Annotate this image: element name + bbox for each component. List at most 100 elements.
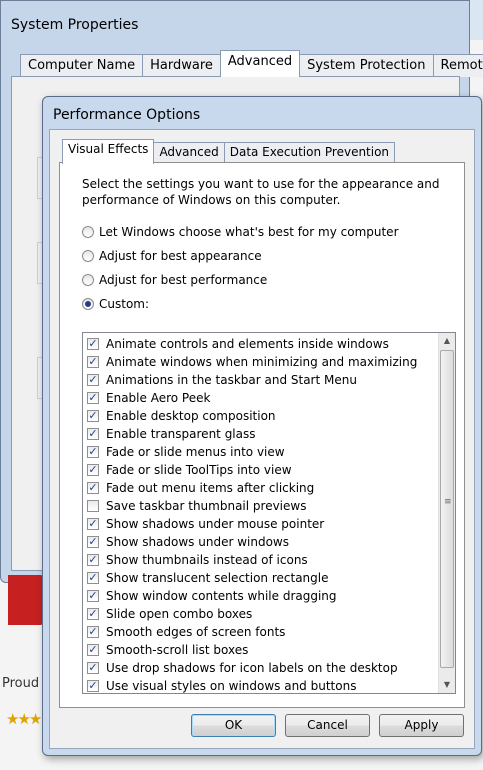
visual-effects-list[interactable]: ✓ Animate controls and elements inside wi… [82,332,456,694]
radio-label: Let Windows choose what's best for my co… [99,225,399,239]
effect-checkbox-item[interactable]: ✓ Enable transparent glass [87,425,417,443]
performance-tabs: Visual Effects Advanced Data Execution P… [62,139,396,164]
cancel-button[interactable]: Cancel [285,714,370,737]
checkbox-checked-icon[interactable]: ✓ [87,464,99,476]
radio-button-icon [82,226,94,238]
dialog-body: Visual Effects Advanced Data Execution P… [49,129,475,749]
background-red-logo [8,575,46,625]
tab-system-protection[interactable]: System Protection [299,54,434,77]
effect-label: Use visual styles on windows and buttons [106,679,357,693]
radio-button-icon [82,274,94,286]
tab-hardware[interactable]: Hardware [142,54,221,77]
effect-checkbox-item[interactable]: ✓ Slide open combo boxes [87,605,417,623]
radio-label: Adjust for best appearance [99,249,262,263]
radio-label: Custom: [99,297,150,311]
ok-button[interactable]: OK [191,714,276,737]
effect-label: Save taskbar thumbnail previews [106,499,307,513]
radio-let-windows-choose[interactable]: Let Windows choose what's best for my co… [82,225,399,239]
effect-label: Smooth edges of screen fonts [106,625,286,639]
checkbox-checked-icon[interactable]: ✓ [87,518,99,530]
checkbox-checked-icon[interactable]: ✓ [87,410,99,422]
visual-effects-panel: Select the settings you want to use for … [59,162,465,708]
effect-checkbox-item[interactable]: ✓ Enable desktop composition [87,407,417,425]
effects-list-items: ✓ Animate controls and elements inside wi… [87,335,417,693]
tab-advanced[interactable]: Advanced [219,50,301,77]
effect-checkbox-item[interactable]: ✓ Show shadows under mouse pointer [87,515,417,533]
tab-data-execution-prevention[interactable]: Data Execution Prevention [223,142,396,163]
background-proud-text: Proud [2,676,40,691]
effect-checkbox-item[interactable]: ✓ Enable Aero Peek [87,389,417,407]
background-rating-stars: ★★★ [6,710,42,728]
performance-options-dialog: Performance Options Visual Effects Advan… [42,96,482,756]
checkbox-checked-icon[interactable]: ✓ [87,662,99,674]
radio-best-appearance[interactable]: Adjust for best appearance [82,249,262,263]
tab-computer-name[interactable]: Computer Name [20,54,144,77]
effect-label: Show shadows under windows [106,535,289,549]
list-scrollbar[interactable]: ▲ ≡ ▼ [438,333,455,693]
effect-label: Show translucent selection rectangle [106,571,329,585]
effect-label: Enable transparent glass [106,427,256,441]
effect-label: Show thumbnails instead of icons [106,553,308,567]
tab-visual-effects[interactable]: Visual Effects [62,139,155,164]
checkbox-checked-icon[interactable]: ✓ [87,626,99,638]
effect-checkbox-item[interactable]: ✓ Fade out menu items after clicking [87,479,417,497]
checkbox-checked-icon[interactable]: ✓ [87,428,99,440]
effect-label: Fade out menu items after clicking [106,481,315,495]
checkbox-checked-icon[interactable]: ✓ [87,338,99,350]
checkbox-checked-icon[interactable]: ✓ [87,644,99,656]
checkbox-checked-icon[interactable]: ✓ [87,554,99,566]
effect-checkbox-item[interactable]: ✓ Animate controls and elements inside wi… [87,335,417,353]
system-properties-tabs: Computer Name Hardware Advanced System P… [20,50,483,77]
effect-checkbox-item[interactable]: ✓ Animate windows when minimizing and max… [87,353,417,371]
effect-checkbox-item[interactable]: ✓ Fade or slide ToolTips into view [87,461,417,479]
effect-label: Use drop shadows for icon labels on the … [106,661,398,675]
effect-checkbox-item[interactable]: ✓ Show translucent selection rectangle [87,569,417,587]
radio-button-selected-icon [82,298,94,310]
effect-label: Slide open combo boxes [106,607,253,621]
checkbox-checked-icon[interactable]: ✓ [87,608,99,620]
checkbox-unchecked-icon[interactable] [87,500,99,512]
radio-custom[interactable]: Custom: [82,297,149,311]
effect-checkbox-item[interactable]: ✓ Show shadows under windows [87,533,417,551]
effect-label: Fade or slide menus into view [106,445,285,459]
checkbox-checked-icon[interactable]: ✓ [87,482,99,494]
effect-label: Fade or slide ToolTips into view [106,463,292,477]
checkbox-checked-icon[interactable]: ✓ [87,680,99,692]
checkbox-checked-icon[interactable]: ✓ [87,446,99,458]
tab-advanced[interactable]: Advanced [153,142,225,163]
effect-label: Show window contents while dragging [106,589,337,603]
checkbox-checked-icon[interactable]: ✓ [87,536,99,548]
window-title: System Properties [11,17,139,33]
effect-label: Enable desktop composition [106,409,276,423]
effect-checkbox-item[interactable]: ✓ Animations in the taskbar and Start Men… [87,371,417,389]
radio-best-performance[interactable]: Adjust for best performance [82,273,267,287]
effect-label: Show shadows under mouse pointer [106,517,325,531]
checkbox-checked-icon[interactable]: ✓ [87,356,99,368]
radio-label: Adjust for best performance [99,273,268,287]
grip-icon: ≡ [444,497,452,507]
checkbox-checked-icon[interactable]: ✓ [87,392,99,404]
description-text: Select the settings you want to use for … [82,177,440,207]
effect-checkbox-item[interactable]: ✓ Smooth-scroll list boxes [87,641,417,659]
effect-checkbox-item[interactable]: ✓ Use drop shadows for icon labels on the… [87,659,417,677]
effect-checkbox-item[interactable]: ✓ Fade or slide menus into view [87,443,417,461]
effect-checkbox-item[interactable]: ✓ Show thumbnails instead of icons [87,551,417,569]
effect-label: Animate controls and elements inside win… [106,337,389,351]
checkbox-checked-icon[interactable]: ✓ [87,374,99,386]
checkbox-checked-icon[interactable]: ✓ [87,572,99,584]
dialog-title: Performance Options [53,107,201,123]
effect-label: Animate windows when minimizing and maxi… [106,355,418,369]
effect-checkbox-item[interactable]: ✓ Show window contents while dragging [87,587,417,605]
scroll-down-arrow-icon[interactable]: ▼ [439,677,455,693]
effect-checkbox-item[interactable]: ✓ Smooth edges of screen fonts [87,623,417,641]
scroll-up-arrow-icon[interactable]: ▲ [439,333,455,349]
effect-checkbox-item[interactable]: ✓ Use visual styles on windows and button… [87,677,417,693]
effect-label: Animations in the taskbar and Start Menu [106,373,357,387]
apply-button[interactable]: Apply [379,714,464,737]
scroll-thumb[interactable]: ≡ [440,350,454,668]
effect-label: Smooth-scroll list boxes [106,643,249,657]
effect-checkbox-item[interactable]: Save taskbar thumbnail previews [87,497,417,515]
effect-label: Enable Aero Peek [106,391,211,405]
tab-remote[interactable]: Remote [432,54,483,77]
checkbox-checked-icon[interactable]: ✓ [87,590,99,602]
